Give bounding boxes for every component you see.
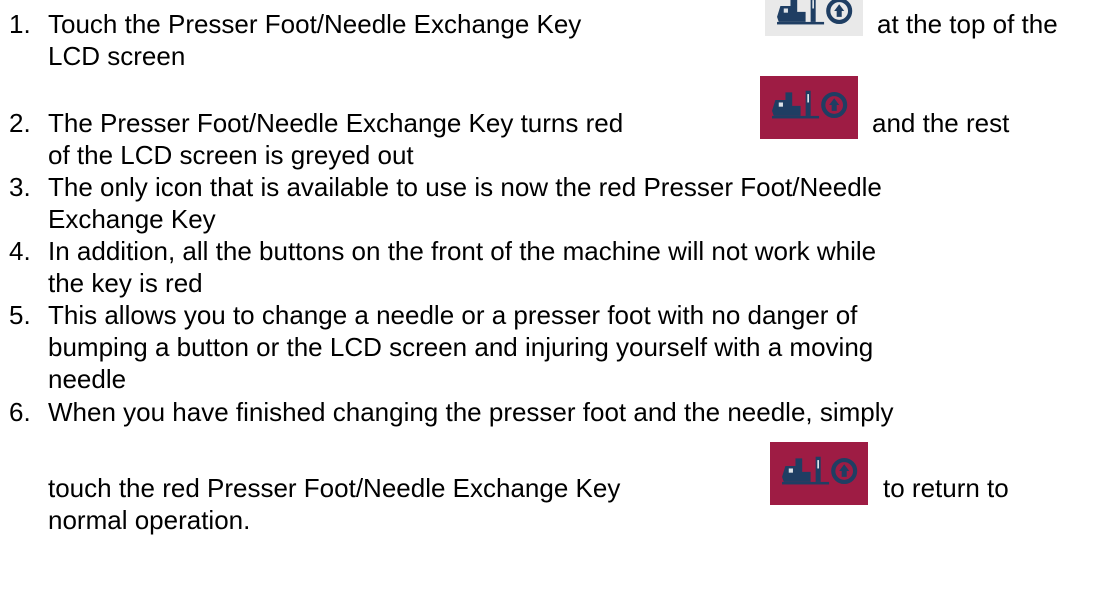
presser-foot-needle-exchange-key-icon [765,0,863,36]
presser-foot-needle-exchange-key-red-icon [770,442,868,505]
step-text: and the rest [872,108,1010,138]
step-number: 4. [9,236,31,266]
step-number: 6. [9,397,31,427]
step-text: LCD screen [48,41,186,71]
step-text: The Presser Foot/Needle Exchange Key tur… [48,108,624,138]
step-text: When you have finished changing the pres… [48,397,894,427]
step-number: 2. [9,108,31,138]
step-text: normal operation. [48,505,251,535]
step-text: Touch the Presser Foot/Needle Exchange K… [48,9,582,39]
step-text: In addition, all the buttons on the fron… [48,236,877,266]
step-text: the key is red [48,268,203,298]
step-text: at the top of the [877,9,1058,39]
step-text: bumping a button or the LCD screen and i… [48,332,874,362]
presser-foot-needle-exchange-key-red-icon [760,76,858,139]
step-number: 1. [9,9,31,39]
step-text: touch the red Presser Foot/Needle Exchan… [48,473,621,503]
step-text: to return to [883,473,1009,503]
step-text: needle [48,364,127,394]
step-number: 3. [9,172,31,202]
step-text: The only icon that is available to use i… [48,172,882,202]
step-text: of the LCD screen is greyed out [48,140,414,170]
step-text: This allows you to change a needle or a … [48,300,858,330]
step-number: 5. [9,300,31,330]
step-text: Exchange Key [48,204,216,234]
